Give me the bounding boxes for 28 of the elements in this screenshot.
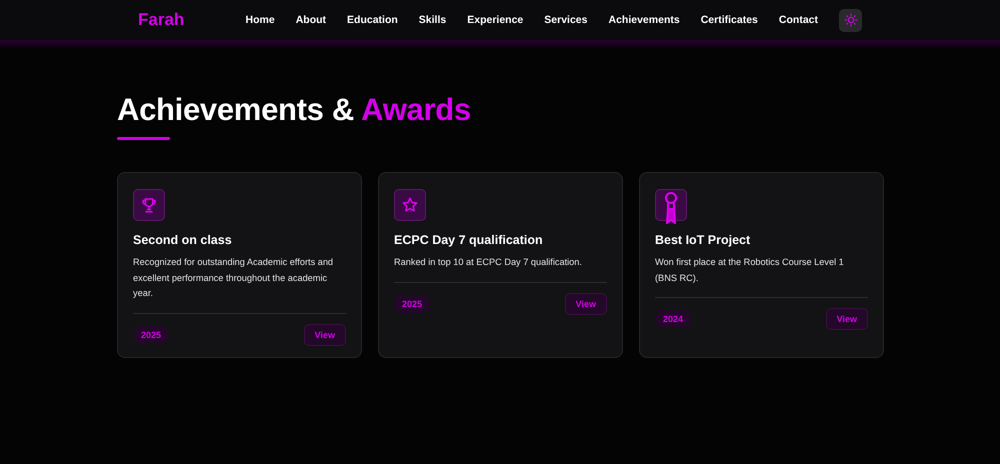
nav-link[interactable]: Skills	[418, 14, 446, 26]
title-underline	[117, 137, 170, 140]
sun-icon	[844, 13, 858, 27]
card-title: Best IoT Project	[655, 232, 752, 248]
year-tag: 2025	[394, 294, 430, 312]
nav-link[interactable]: Education	[347, 14, 398, 26]
view-button[interactable]: View	[564, 292, 607, 314]
medal-icon	[655, 189, 687, 221]
nav-link[interactable]: Experience	[467, 14, 524, 26]
card-title: ECPC Day 7 qualification	[394, 232, 544, 248]
section-title: Achievements & Awards	[117, 92, 472, 128]
trophy-icon	[133, 189, 165, 221]
view-button[interactable]: View	[304, 324, 346, 346]
card-description: Won first place at the Robotics Course Level 1 (BNS RC).	[655, 255, 868, 298]
nav-link[interactable]: Certificates	[700, 14, 758, 26]
year-tag: 2024	[655, 310, 692, 328]
nav-link[interactable]: Contact	[778, 14, 818, 26]
card-description: Ranked in top 10 at ECPC Day 7 qualification.	[394, 255, 607, 282]
nav-link[interactable]: About	[296, 14, 326, 26]
brand-logo[interactable]: Farah	[138, 10, 184, 30]
view-button[interactable]: View	[826, 308, 868, 330]
nav-link[interactable]: Home	[246, 14, 275, 26]
card-description: Recognized for outstanding Academic efforts and excellent performance throughout the academic year.	[133, 255, 346, 314]
theme-toggle-button[interactable]	[839, 8, 862, 32]
year-tag: 2025	[133, 326, 170, 344]
nav-link[interactable]: Services	[544, 14, 588, 26]
nav-link[interactable]: Achievements	[608, 14, 680, 26]
card-title: Second on class	[133, 232, 233, 248]
